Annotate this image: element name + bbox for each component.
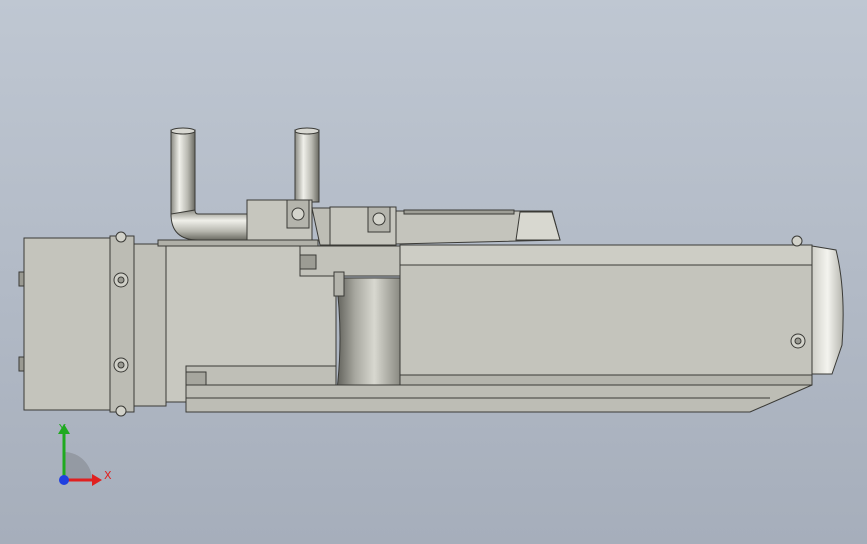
triad-y-label: Y (58, 422, 66, 435)
motor-side-port-top (18, 271, 25, 287)
pipe-right-opening (294, 127, 320, 135)
motor-screw-top-inner (117, 276, 125, 284)
clamp-ring (335, 277, 401, 399)
rail-end-cap (811, 245, 844, 375)
rail-lower-band (399, 374, 813, 386)
motor-top-screw (115, 231, 127, 243)
slider-top-strip (403, 209, 515, 215)
motor-flange (109, 235, 135, 413)
pipe-right-vertical (294, 129, 320, 203)
pipe-left-elbow (170, 209, 249, 241)
viewport-canvas[interactable]: X Y (0, 0, 867, 544)
motor-adapter (133, 243, 167, 407)
motor-side-port-bottom (18, 356, 25, 372)
slider-end-bump (515, 211, 561, 241)
motor-bottom-screw (115, 405, 127, 417)
fitting-right-screw (372, 212, 386, 226)
rail-end-screw-inner (794, 337, 802, 345)
triad-z-axis (59, 475, 69, 485)
cad-viewport[interactable]: X Y (0, 0, 867, 544)
slider-table (395, 209, 561, 245)
rail-top-edge (399, 244, 813, 266)
clamp-bracket-slot (299, 254, 317, 270)
rail-top-screw (791, 235, 803, 247)
clamp-bolt (333, 271, 345, 297)
triad-x-label: X (104, 469, 112, 482)
motor-screw-bottom-inner (117, 361, 125, 369)
motor-top-rim (157, 239, 319, 247)
pipe-left-vertical (170, 129, 196, 217)
pipe-left-opening (170, 127, 196, 135)
fitting-left-screw (291, 207, 305, 221)
